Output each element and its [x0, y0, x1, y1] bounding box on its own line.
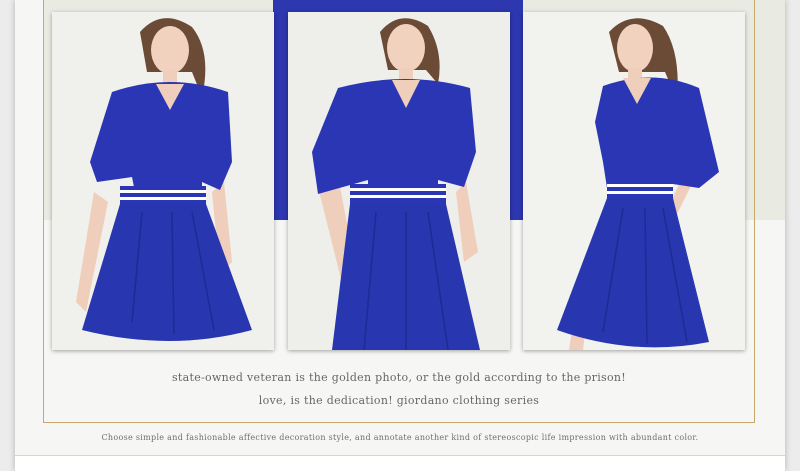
footer-band: [15, 455, 785, 471]
model-image-1: [52, 12, 274, 350]
product-photo-1[interactable]: [52, 12, 274, 350]
model-image-2: [288, 12, 510, 350]
product-detail-panel: state-owned veteran is the golden photo,…: [15, 0, 785, 471]
caption-line-1: state-owned veteran is the golden photo,…: [171, 371, 627, 384]
tagline: Choose simple and fashionable affective …: [101, 433, 699, 442]
product-photo-2[interactable]: [288, 12, 510, 350]
product-photo-3[interactable]: [523, 12, 745, 350]
caption-line-2: love, is the dedication! giordano clothi…: [258, 394, 540, 407]
model-image-3: [523, 12, 745, 350]
